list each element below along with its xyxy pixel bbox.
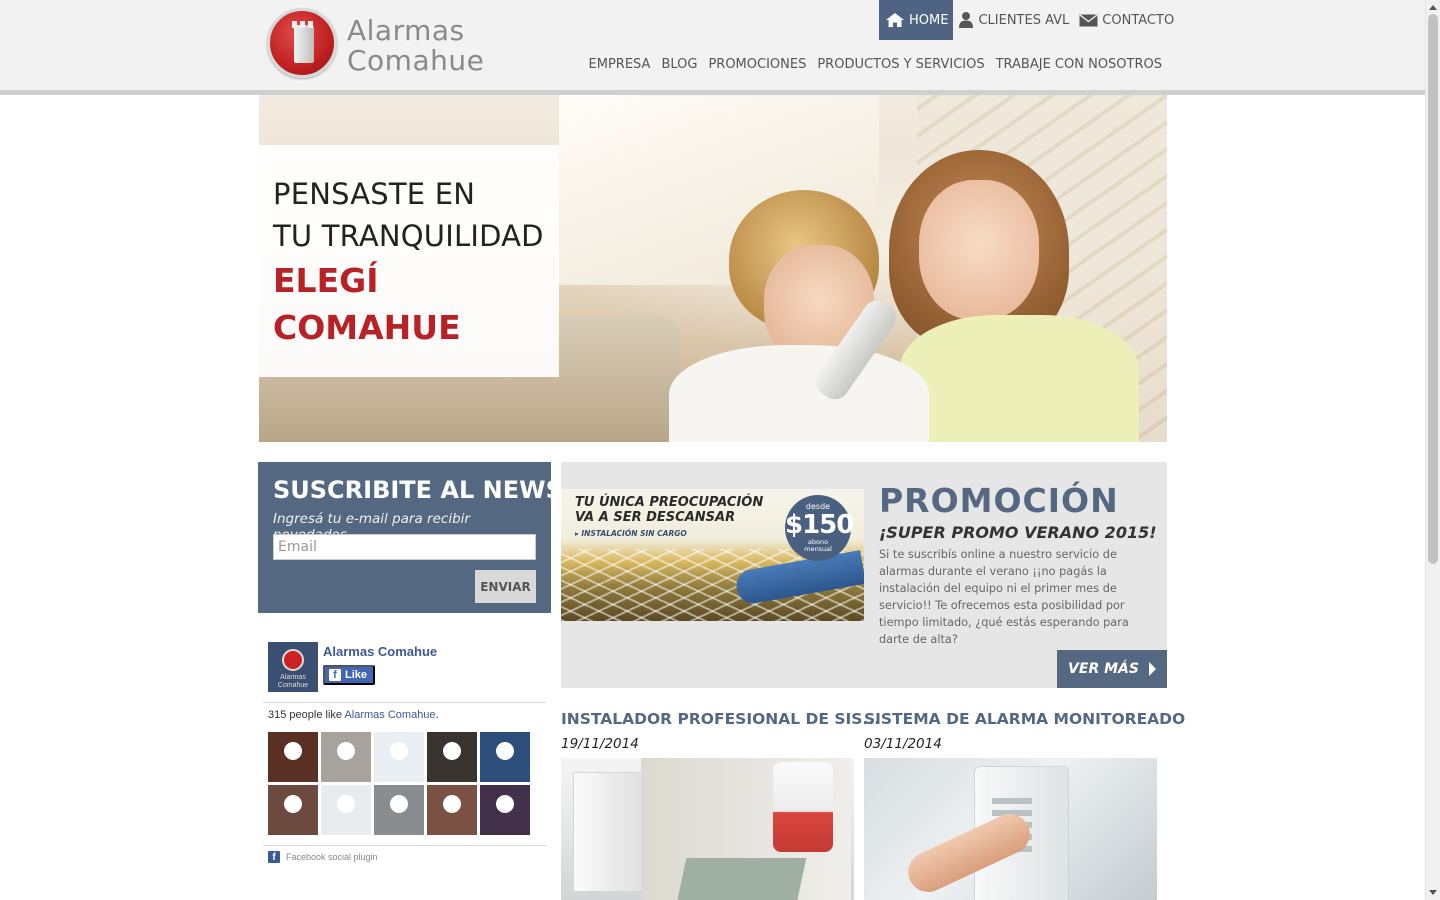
logo-text-line1: Alarmas xyxy=(347,14,465,47)
fan-avatar[interactable] xyxy=(321,785,371,835)
blog-post-date: 19/11/2014 xyxy=(561,736,639,752)
ver-mas-label: VER MÁS xyxy=(1068,661,1139,677)
scroll-down-arrow-icon[interactable] xyxy=(1429,890,1437,895)
scrollbar-thumb[interactable] xyxy=(1428,14,1438,564)
alarm-box xyxy=(573,772,643,892)
blog-post-card: INSTALADOR PROFESIONAL DE SIS... 19/11/2… xyxy=(561,708,880,900)
fan-avatar[interactable] xyxy=(268,785,318,835)
blog-post-title[interactable]: SISTEMA DE ALARMA MONITOREADO xyxy=(864,710,1185,728)
avatar-text: Alarmas Comahue xyxy=(277,674,309,689)
facebook-page-name[interactable]: Alarmas Comahue xyxy=(323,644,437,659)
nav-clientes-avl-label: CLIENTES AVL xyxy=(978,12,1070,28)
home-icon xyxy=(886,13,904,27)
blog-post-title[interactable]: INSTALADOR PROFESIONAL DE SIS... xyxy=(561,710,880,728)
fan-avatar[interactable] xyxy=(374,785,424,835)
ver-mas-button[interactable]: VER MÁS xyxy=(1057,650,1167,688)
fan-avatar[interactable] xyxy=(427,732,477,782)
nav-home[interactable]: HOME xyxy=(879,0,954,40)
fan-avatar[interactable] xyxy=(321,732,371,782)
nav-productos-y-servicios[interactable]: PRODUCTOS Y SERVICIOS xyxy=(817,57,984,72)
promo-image-title-line2: VA A SER DESCANSAR xyxy=(575,510,736,525)
facebook-like-box: Alarmas Comahue Alarmas Comahue f Like 3… xyxy=(263,634,546,870)
nav-trabaje-con-nosotros[interactable]: TRABAJE CON NOSOTROS xyxy=(996,57,1162,72)
facebook-plugin-label: Facebook social plugin xyxy=(286,852,378,862)
promo-section: TU ÚNICA PREOCUPACIÓN VA A SER DESCANSAR… xyxy=(561,462,1167,688)
facebook-like-count: 315 people like Alarmas Comahue. xyxy=(268,709,439,721)
nav-empresa[interactable]: EMPRESA xyxy=(589,57,651,72)
main-nav: EMPRESA BLOG PROMOCIONES PRODUCTOS Y SER… xyxy=(589,57,1162,72)
newsletter-email-input[interactable] xyxy=(273,534,536,560)
logo-emblem-icon xyxy=(267,8,337,78)
like-count-suffix: . xyxy=(435,709,439,721)
site-header: Alarmas Comahue HOME CLIENTES AVL CONTAC… xyxy=(0,0,1425,92)
hero-banner: PENSASTE EN TU TRANQUILIDAD ELEGÍ COMAHU… xyxy=(259,95,1167,442)
facebook-f-icon: f xyxy=(329,669,341,681)
vertical-scrollbar[interactable] xyxy=(1425,0,1440,900)
facebook-fan-faces xyxy=(268,732,530,835)
user-icon xyxy=(959,12,974,28)
fan-avatar[interactable] xyxy=(268,732,318,782)
site-logo[interactable]: Alarmas Comahue xyxy=(267,8,497,80)
hero-accent-2: COMAHUE xyxy=(273,308,461,347)
fan-avatar[interactable] xyxy=(374,732,424,782)
facebook-page-avatar[interactable]: Alarmas Comahue xyxy=(268,642,318,692)
hero-text-panel: PENSASTE EN TU TRANQUILIDAD ELEGÍ COMAHU… xyxy=(259,145,559,377)
hero-boy-shirt xyxy=(669,345,929,442)
divider xyxy=(263,702,546,703)
nav-contacto[interactable]: CONTACTO xyxy=(1074,0,1179,40)
fan-avatar[interactable] xyxy=(480,732,530,782)
newsletter-submit-button[interactable]: ENVIAR xyxy=(475,570,536,603)
blog-post-card: SISTEMA DE ALARMA MONITOREADO 03/11/2014 xyxy=(864,708,1185,900)
avatar-logo-icon xyxy=(282,649,304,671)
hero-line-1: PENSASTE EN xyxy=(273,177,476,211)
divider xyxy=(263,845,546,846)
facebook-icon: f xyxy=(268,851,280,863)
like-count-prefix: 315 people like xyxy=(268,709,345,721)
nav-clientes-avl[interactable]: CLIENTES AVL xyxy=(953,0,1074,40)
mail-icon xyxy=(1079,13,1098,26)
promo-text: Si te suscribís online a nuestro servici… xyxy=(879,548,1129,646)
page: Alarmas Comahue HOME CLIENTES AVL CONTAC… xyxy=(0,0,1440,900)
like-count-page-link[interactable]: Alarmas Comahue xyxy=(344,709,435,721)
facebook-like-label: Like xyxy=(345,669,368,681)
badge-price: $150 xyxy=(785,510,854,540)
top-nav: HOME CLIENTES AVL CONTACTO xyxy=(879,0,1179,40)
hero-accent-1: ELEGÍ xyxy=(273,261,379,300)
newsletter-title: SUSCRIBITE AL NEWS xyxy=(273,476,563,504)
badge-bottom-line2: mensual xyxy=(804,545,832,553)
tower-icon xyxy=(292,21,316,63)
scroll-up-arrow-icon[interactable] xyxy=(1429,5,1437,10)
facebook-plugin-footer[interactable]: f Facebook social plugin xyxy=(268,851,378,863)
promo-image-note: ▸ INSTALACIÓN SIN CARGO xyxy=(575,529,687,538)
promo-image[interactable]: TU ÚNICA PREOCUPACIÓN VA A SER DESCANSAR… xyxy=(561,489,864,621)
blog-post-date: 03/11/2014 xyxy=(864,736,942,752)
arrow-right-icon xyxy=(1148,662,1156,676)
fan-avatar[interactable] xyxy=(480,785,530,835)
logo-text: Alarmas Comahue xyxy=(347,16,484,76)
hero-girl-face xyxy=(919,180,1039,320)
price-badge: desde $150 abono mensual xyxy=(785,495,854,561)
circuit-board xyxy=(675,858,807,900)
hero-girl-shirt xyxy=(899,315,1139,442)
nav-promociones[interactable]: PROMOCIONES xyxy=(708,57,806,72)
promo-heading: PROMOCIÓN xyxy=(879,481,1119,520)
nav-blog[interactable]: BLOG xyxy=(661,57,697,72)
promo-subheading: ¡SUPER PROMO VERANO 2015! xyxy=(879,523,1157,542)
siren xyxy=(773,762,833,852)
promo-image-title: TU ÚNICA PREOCUPACIÓN VA A SER DESCANSAR xyxy=(575,495,763,525)
nav-home-label: HOME xyxy=(909,12,949,28)
blog-post-image[interactable] xyxy=(561,758,854,900)
logo-text-line2: Comahue xyxy=(347,44,485,77)
fan-avatar[interactable] xyxy=(427,785,477,835)
newsletter-box: SUSCRIBITE AL NEWS Ingresá tu e-mail par… xyxy=(258,462,563,613)
nav-contacto-label: CONTACTO xyxy=(1102,12,1175,28)
hero-line-2: TU TRANQUILIDAD xyxy=(273,219,544,253)
promo-image-title-line1: TU ÚNICA PREOCUPACIÓN xyxy=(575,495,764,510)
blog-post-image[interactable] xyxy=(864,758,1157,900)
facebook-like-button[interactable]: f Like xyxy=(323,665,376,685)
